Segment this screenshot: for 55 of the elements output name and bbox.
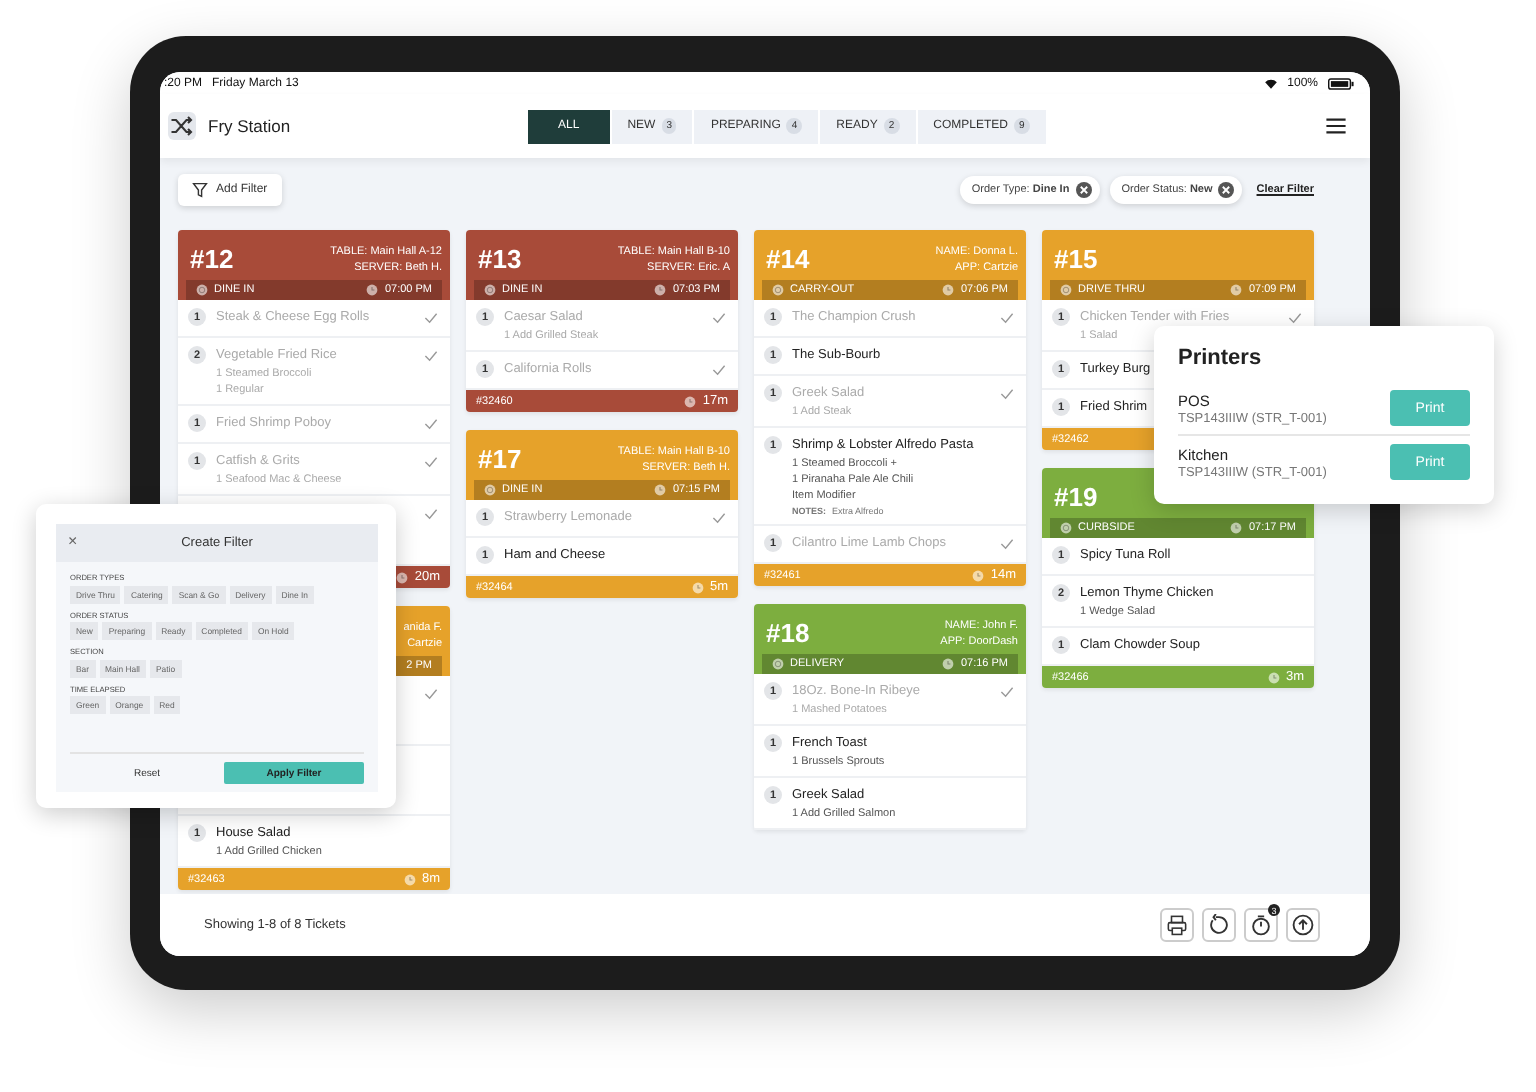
check-icon[interactable] [424, 508, 438, 520]
check-icon[interactable] [712, 512, 726, 524]
plate-icon [1060, 284, 1072, 296]
clock-icon [684, 395, 697, 407]
plate-icon [196, 284, 208, 296]
check-icon[interactable] [1000, 686, 1014, 698]
battery-icon [1328, 77, 1354, 89]
plate-icon [772, 284, 784, 296]
remove-icon[interactable] [1218, 182, 1235, 198]
check-icon[interactable] [424, 350, 438, 362]
check-icon[interactable] [424, 688, 438, 700]
clock-icon [1230, 522, 1243, 534]
scroll-up-icon[interactable] [1286, 908, 1320, 942]
check-icon[interactable] [712, 312, 726, 324]
ticket-number: #12 [190, 244, 234, 274]
ticket-number: #13 [478, 244, 522, 274]
printer-icon[interactable] [1160, 908, 1194, 942]
popup-title: Printers [1178, 346, 1264, 370]
clock-icon [366, 284, 379, 296]
ticket-number: #19 [1054, 482, 1098, 512]
ticket-number: #14 [766, 244, 810, 274]
remove-icon[interactable] [1075, 182, 1092, 198]
check-icon[interactable] [1000, 538, 1014, 550]
wifi-icon [1263, 77, 1278, 89]
plate-icon [484, 284, 496, 296]
clock-icon [691, 581, 704, 593]
check-icon[interactable] [1000, 312, 1014, 324]
plate-icon [484, 484, 496, 496]
refresh-icon[interactable] [1202, 908, 1236, 942]
clock-icon [654, 284, 667, 296]
plate-icon [772, 658, 784, 670]
clock-icon [972, 569, 985, 581]
clock-icon [1267, 671, 1280, 683]
close-button[interactable]: × [68, 530, 78, 554]
ticket-number: #18 [766, 618, 810, 648]
timer-icon [1250, 914, 1272, 936]
clock-icon [1230, 284, 1243, 296]
check-icon[interactable] [424, 312, 438, 324]
clock-icon [396, 571, 409, 583]
station-title: Fry Station [208, 116, 293, 136]
clock-icon [942, 658, 955, 670]
plate-icon [1060, 522, 1072, 534]
check-icon[interactable] [1000, 388, 1014, 400]
clock-icon [942, 284, 955, 296]
check-icon[interactable] [712, 364, 726, 376]
shuffle-icon[interactable] [168, 112, 196, 140]
clock-icon [654, 484, 667, 496]
check-icon[interactable] [424, 456, 438, 468]
menu-icon[interactable] [1325, 118, 1346, 134]
check-icon[interactable] [424, 418, 438, 430]
check-icon[interactable] [1288, 312, 1302, 324]
ticket-number: #15 [1054, 244, 1098, 274]
filter-icon [192, 182, 208, 198]
clock-icon [403, 873, 416, 885]
ticket-number: #17 [478, 444, 522, 474]
